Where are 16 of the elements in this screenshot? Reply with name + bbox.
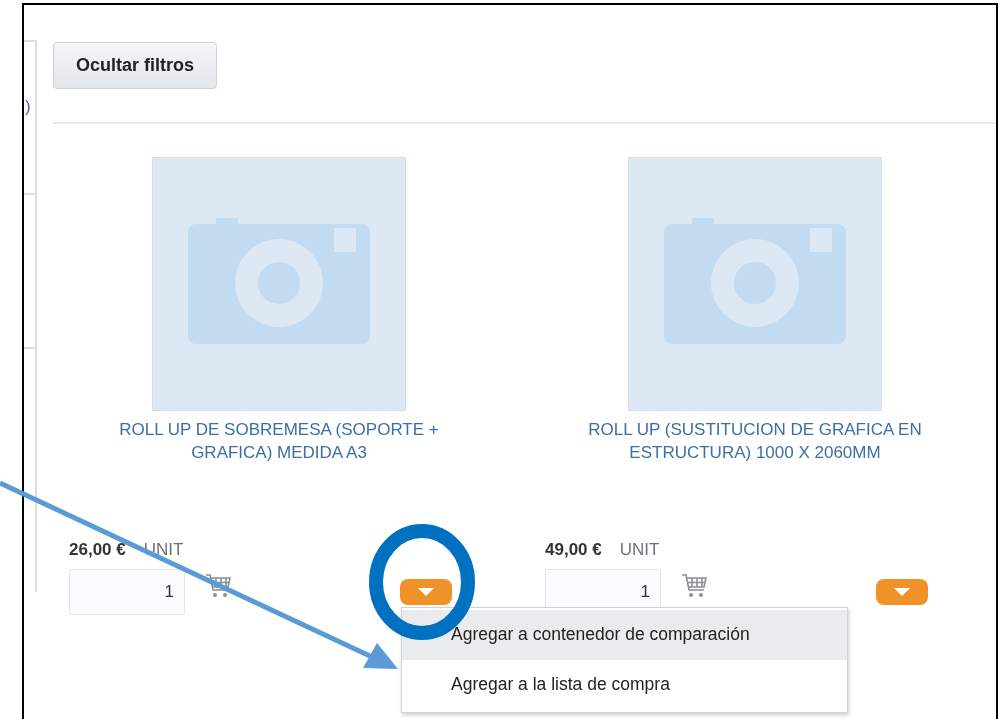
- product-price: 49,00 €: [545, 540, 602, 559]
- cart-icon[interactable]: [205, 573, 231, 599]
- product-price: 26,00 €: [69, 540, 126, 559]
- hide-filters-button[interactable]: Ocultar filtros: [53, 42, 217, 89]
- quantity-field[interactable]: 1: [69, 569, 185, 615]
- cart-icon[interactable]: [681, 573, 707, 599]
- dropdown-button[interactable]: [876, 579, 928, 605]
- sidebar-text: ): [25, 96, 31, 117]
- unit-label: UNIT: [619, 540, 660, 559]
- caret-icon: [894, 588, 910, 596]
- caret-icon: [418, 588, 434, 596]
- product-title-link[interactable]: ROLL UP DE SOBREMESA (SOPORTE + GRAFICA) MEDIDA A3: [89, 418, 469, 464]
- product-title-link[interactable]: ROLL UP (SUSTITUCION DE GRAFICA EN ESTRUCTURA) 1000 X 2060MM: [565, 418, 945, 464]
- menu-item[interactable]: Agregar a la lista de compra: [402, 660, 847, 710]
- menu-item[interactable]: Agregar a contenedor de comparación: [402, 610, 847, 660]
- dropdown-button[interactable]: [400, 579, 452, 605]
